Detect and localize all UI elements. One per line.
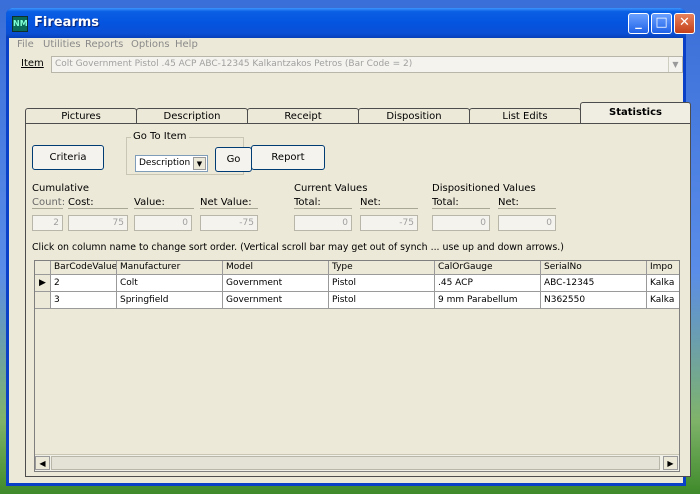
column-header-model[interactable]: Model bbox=[223, 261, 329, 275]
column-header-manufacturer[interactable]: Manufacturer bbox=[117, 261, 223, 275]
count-label: Count: bbox=[32, 197, 66, 209]
goto-item-select[interactable]: Description ▼ bbox=[135, 155, 208, 172]
dispositioned-total-value: 0 bbox=[432, 215, 490, 231]
close-button[interactable]: ✕ bbox=[674, 13, 695, 34]
goto-item-group: Go To Item Description ▼ Go bbox=[126, 131, 252, 175]
grid-corner bbox=[35, 261, 51, 275]
tab-disposition[interactable]: Disposition bbox=[358, 108, 470, 124]
current-total-label: Total: bbox=[294, 197, 352, 209]
table-row-1-importer[interactable]: Kalka bbox=[647, 275, 679, 292]
column-header-calorgauge[interactable]: CalOrGauge bbox=[435, 261, 541, 275]
grid-body: BarCodeValue Manufacturer Model Type Cal… bbox=[35, 261, 679, 313]
report-button[interactable]: Report bbox=[251, 145, 325, 170]
app-icon: NM bbox=[12, 16, 28, 32]
scroll-left-icon[interactable]: ◀ bbox=[35, 456, 50, 470]
menu-utilities[interactable]: Utilities bbox=[43, 39, 81, 50]
table-row-2-model[interactable]: Government bbox=[223, 292, 329, 309]
minimize-button[interactable]: _ bbox=[628, 13, 649, 34]
menu-options[interactable]: Options bbox=[131, 39, 170, 50]
menu-help[interactable]: Help bbox=[175, 39, 198, 50]
menu-reports[interactable]: Reports bbox=[85, 39, 123, 50]
tab-description[interactable]: Description bbox=[136, 108, 248, 124]
column-header-type[interactable]: Type bbox=[329, 261, 435, 275]
table-row-1-manufacturer[interactable]: Colt bbox=[117, 275, 223, 292]
table-row-1-calorgauge[interactable]: .45 ACP bbox=[435, 275, 541, 292]
current-net-label: Net: bbox=[360, 197, 418, 209]
go-button[interactable]: Go bbox=[215, 147, 252, 172]
firearms-window: NM Firearms _ □ ✕ File Utilities Reports… bbox=[6, 8, 695, 486]
chevron-down-icon[interactable]: ▼ bbox=[668, 57, 682, 72]
value-label: Value: bbox=[134, 197, 194, 209]
net-value-value: -75 bbox=[200, 215, 258, 231]
tab-strip: Pictures Description Receipt Disposition… bbox=[25, 102, 691, 125]
column-header-barcodevalue[interactable]: BarCodeValue bbox=[51, 261, 117, 275]
goto-item-select-value: Description bbox=[139, 158, 191, 168]
item-combobox-value: Colt Government Pistol .45 ACP ABC-12345… bbox=[55, 59, 413, 69]
table-row-2-barcode[interactable]: 3 bbox=[51, 292, 117, 309]
table-row-1-barcode[interactable]: 2 bbox=[51, 275, 117, 292]
column-header-importer[interactable]: Impo bbox=[647, 261, 679, 275]
table-row-1-model[interactable]: Government bbox=[223, 275, 329, 292]
table-row-2-serialno[interactable]: N362550 bbox=[541, 292, 647, 309]
table-row-2-type[interactable]: Pistol bbox=[329, 292, 435, 309]
dispositioned-net-label: Net: bbox=[498, 197, 556, 209]
value-value: 0 bbox=[134, 215, 192, 231]
current-net-value: -75 bbox=[360, 215, 418, 231]
tab-statistics[interactable]: Statistics bbox=[580, 102, 691, 125]
window-title: Firearms bbox=[34, 15, 100, 30]
criteria-button[interactable]: Criteria bbox=[32, 145, 104, 170]
cost-label: Cost: bbox=[68, 197, 128, 209]
net-value-label: Net Value: bbox=[200, 197, 258, 209]
table-row-1-type[interactable]: Pistol bbox=[329, 275, 435, 292]
items-grid: BarCodeValue Manufacturer Model Type Cal… bbox=[34, 260, 680, 472]
chevron-down-icon[interactable]: ▼ bbox=[193, 157, 206, 170]
scroll-thumb[interactable] bbox=[51, 456, 660, 470]
menu-file[interactable]: File bbox=[17, 39, 34, 50]
current-row-indicator[interactable]: ▶ bbox=[35, 275, 51, 292]
current-total-value: 0 bbox=[294, 215, 352, 231]
table-row-2-calorgauge[interactable]: 9 mm Parabellum bbox=[435, 292, 541, 309]
sort-hint: Click on column name to change sort orde… bbox=[32, 242, 564, 253]
table-row-2-importer[interactable]: Kalka bbox=[647, 292, 679, 309]
item-combobox[interactable]: Colt Government Pistol .45 ACP ABC-12345… bbox=[51, 56, 683, 73]
title-bar[interactable]: NM Firearms _ □ ✕ bbox=[6, 8, 695, 38]
cumulative-title: Cumulative bbox=[32, 183, 90, 194]
item-label: Item bbox=[21, 58, 44, 69]
statistics-panel: Criteria Go To Item Description ▼ Go Rep… bbox=[25, 123, 691, 477]
dispositioned-net-value: 0 bbox=[498, 215, 556, 231]
cost-value: 75 bbox=[68, 215, 128, 231]
table-row-1-serialno[interactable]: ABC-12345 bbox=[541, 275, 647, 292]
current-values-title: Current Values bbox=[294, 183, 368, 194]
scroll-right-icon[interactable]: ▶ bbox=[663, 456, 678, 470]
horizontal-scrollbar[interactable]: ◀ ▶ bbox=[35, 454, 679, 471]
column-header-serialno[interactable]: SerialNo bbox=[541, 261, 647, 275]
count-value: 2 bbox=[32, 215, 63, 231]
goto-item-label: Go To Item bbox=[131, 131, 189, 142]
row-selector[interactable] bbox=[35, 292, 51, 309]
dispositioned-total-label: Total: bbox=[432, 197, 490, 209]
tab-receipt[interactable]: Receipt bbox=[247, 108, 359, 124]
maximize-button[interactable]: □ bbox=[651, 13, 672, 34]
tab-list-edits[interactable]: List Edits bbox=[469, 108, 581, 124]
tab-pictures[interactable]: Pictures bbox=[25, 108, 137, 124]
dispositioned-values-title: Dispositioned Values bbox=[432, 183, 536, 194]
table-row-2-manufacturer[interactable]: Springfield bbox=[117, 292, 223, 309]
